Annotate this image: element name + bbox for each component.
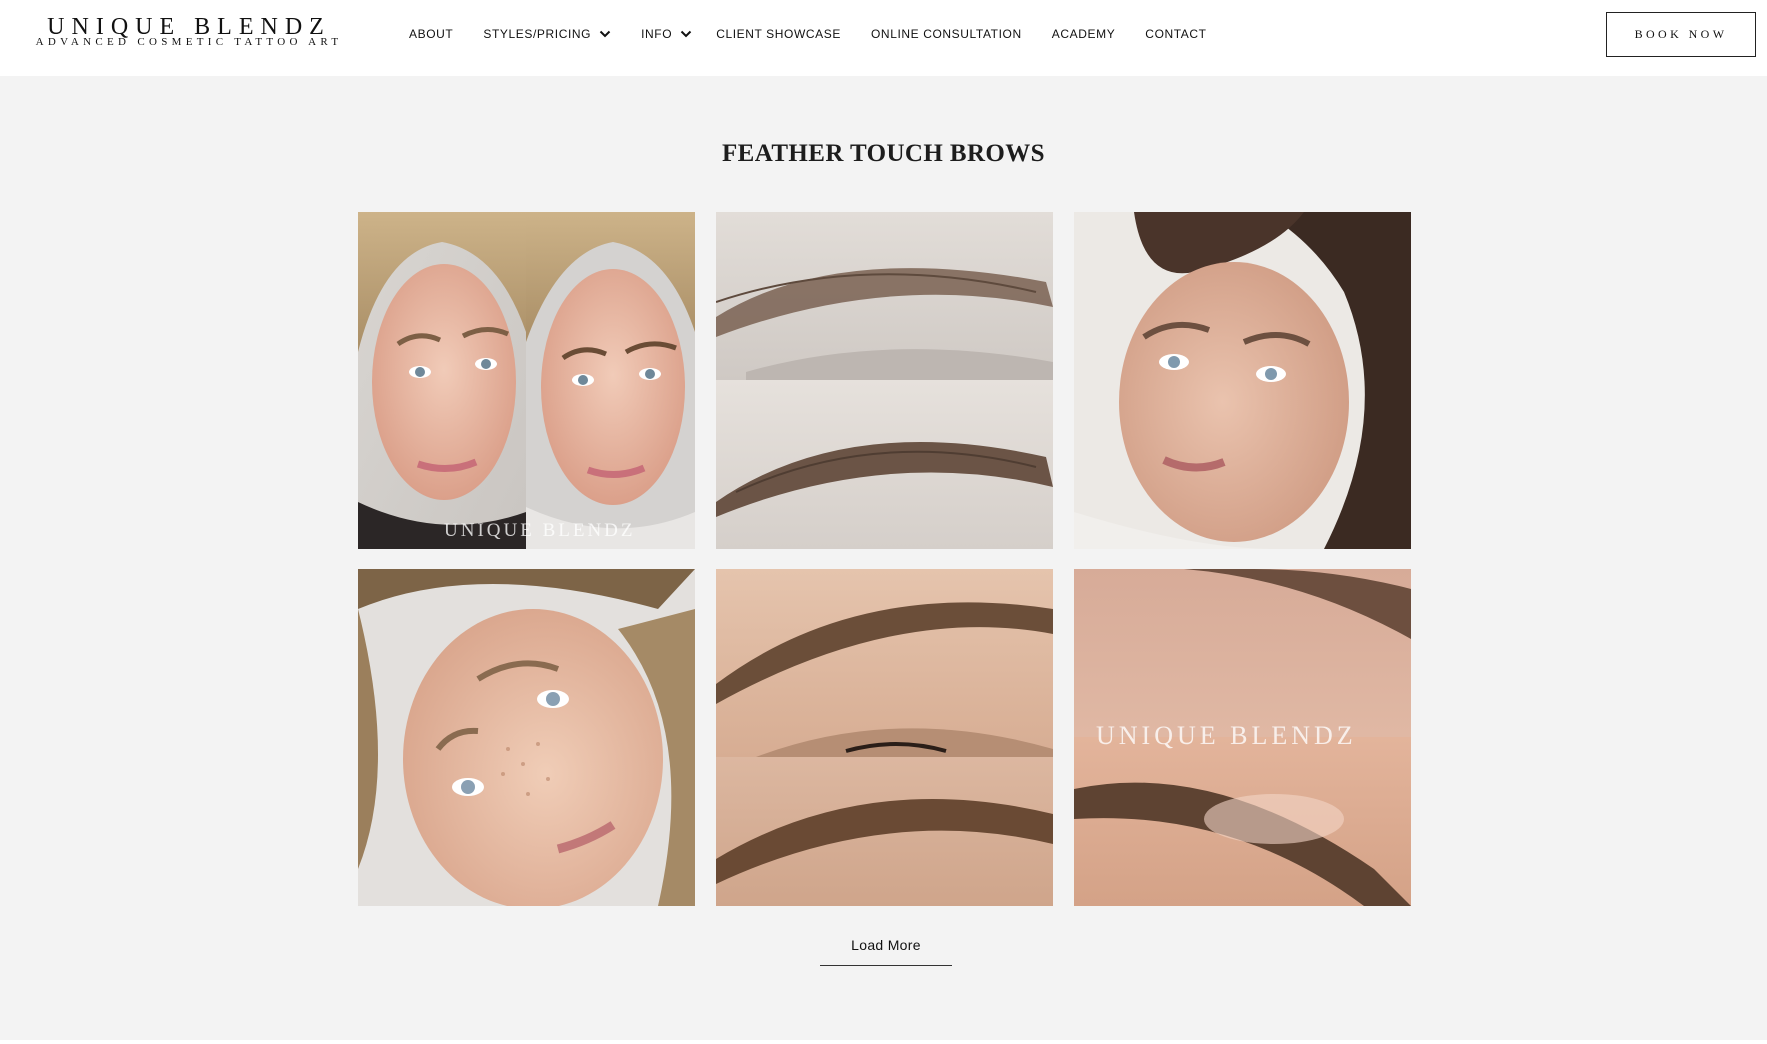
load-more-button[interactable]: Load More <box>820 924 952 966</box>
nav-item-label: CONTACT <box>1145 27 1207 41</box>
portrait-photo <box>358 212 695 549</box>
nav-item-styles-pricing[interactable]: STYLES/PRICING <box>483 27 611 41</box>
watermark-text: UNIQUE BLENDZ <box>1096 721 1357 750</box>
gallery-image[interactable]: UNIQUE BLENDZ <box>358 212 695 549</box>
page-title: FEATHER TOUCH BROWS <box>722 140 1045 167</box>
gallery-image[interactable] <box>358 569 695 906</box>
gallery-grid: UNIQUE BLENDZ UNIQUE BLENDZ <box>358 212 1411 906</box>
portrait-photo <box>1074 212 1411 549</box>
chevron-down-icon <box>599 30 611 38</box>
main-nav: ABOUT STYLES/PRICING INFO CLIENT SHOWCAS… <box>409 24 1237 44</box>
book-now-button[interactable]: BOOK NOW <box>1606 12 1756 57</box>
site-header: UNIQUE BLENDZ ADVANCED COSMETIC TATTOO A… <box>0 0 1767 76</box>
nav-item-label: ONLINE CONSULTATION <box>871 27 1022 41</box>
nav-item-label: ACADEMY <box>1051 27 1116 41</box>
gallery-image[interactable] <box>716 569 1053 906</box>
brand-logo[interactable]: UNIQUE BLENDZ ADVANCED COSMETIC TATTOO A… <box>34 14 344 50</box>
nav-item-label: STYLES/PRICING <box>483 27 592 41</box>
footer-edge <box>0 1040 1767 1044</box>
gallery-image[interactable] <box>1074 212 1411 549</box>
nav-item-info[interactable]: INFO <box>641 27 692 41</box>
brow-closeup-photo <box>716 212 1053 549</box>
chevron-down-icon <box>680 30 692 38</box>
nav-item-about[interactable]: ABOUT <box>409 27 453 41</box>
brow-closeup-photo <box>716 569 1053 906</box>
gallery-image[interactable]: UNIQUE BLENDZ <box>1074 569 1411 906</box>
brand-tagline: ADVANCED COSMETIC TATTOO ART <box>35 36 343 48</box>
nav-item-label: INFO <box>641 27 673 41</box>
nav-item-academy[interactable]: ACADEMY <box>1052 27 1116 41</box>
nav-item-contact[interactable]: CONTACT <box>1145 27 1206 41</box>
nav-item-label: ABOUT <box>409 27 454 41</box>
gallery-image[interactable] <box>716 212 1053 549</box>
brand-name: UNIQUE BLENDZ <box>47 14 331 40</box>
watermark-text: UNIQUE BLENDZ <box>444 520 636 541</box>
nav-item-label: CLIENT SHOWCASE <box>716 27 841 41</box>
portrait-photo <box>358 569 695 906</box>
nav-item-online-consultation[interactable]: ONLINE CONSULTATION <box>871 27 1022 41</box>
nav-item-client-showcase[interactable]: CLIENT SHOWCASE <box>716 27 841 41</box>
